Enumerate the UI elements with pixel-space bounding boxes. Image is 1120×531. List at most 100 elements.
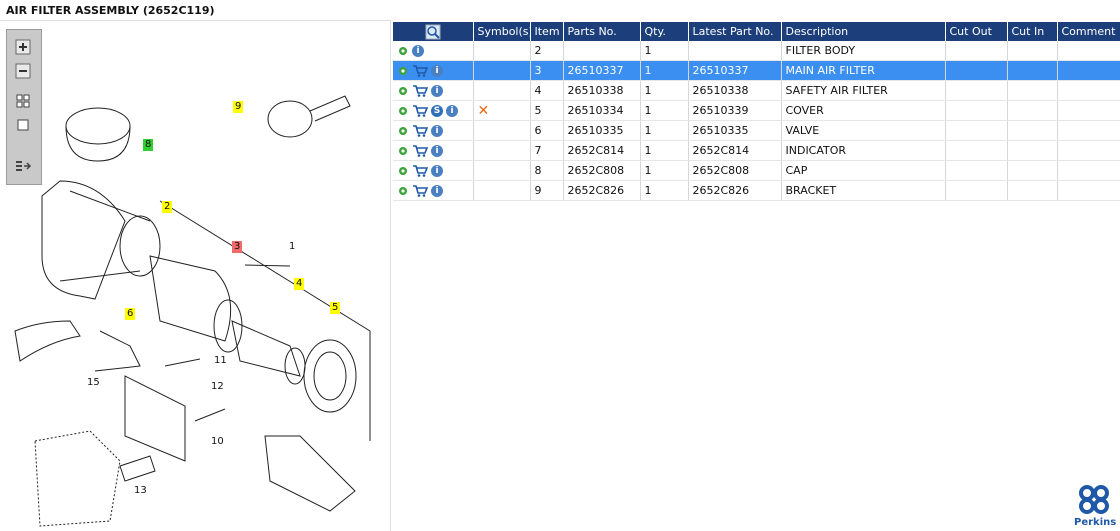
cart-icon[interactable] [412, 144, 428, 158]
cell-comment [1057, 180, 1120, 201]
gear-icon[interactable] [397, 45, 409, 57]
info-icon[interactable]: i [431, 64, 443, 77]
column-header-parts-no[interactable]: Parts No. [563, 22, 641, 41]
cart-icon[interactable] [412, 164, 428, 178]
cell-latest-part-no: 26510335 [688, 120, 782, 141]
cell-description: VALVE [781, 120, 946, 141]
table-row[interactable]: i 9 2652C826 1 2652C826 BRACKET [393, 180, 1120, 201]
column-header-cut-out[interactable]: Cut Out [945, 22, 1008, 41]
gear-icon[interactable] [397, 145, 409, 157]
callout-2[interactable]: 2 [162, 201, 173, 213]
cell-comment [1057, 120, 1120, 141]
cell-cut-in [1007, 41, 1058, 61]
row-actions: i [393, 160, 474, 181]
label-1: 1 [289, 241, 296, 252]
not-available-icon: ✕ [477, 102, 490, 119]
info-icon[interactable]: i [412, 45, 424, 57]
cart-icon[interactable] [412, 104, 428, 118]
zoom-out-button[interactable] [12, 60, 34, 82]
callout-4[interactable]: 4 [294, 278, 305, 290]
table-row[interactable]: Si ✕ 5 26510334 1 26510339 COVER [393, 100, 1120, 121]
table-row[interactable]: i 6 26510335 1 26510335 VALVE [393, 120, 1120, 141]
cell-cut-out [945, 41, 1008, 61]
info-icon[interactable]: i [431, 144, 443, 157]
table-row[interactable]: i 7 2652C814 1 2652C814 INDICATOR [393, 140, 1120, 161]
cell-item: 6 [530, 120, 564, 141]
cell-description: FILTER BODY [781, 41, 946, 61]
exploded-view-drawing [14, 95, 371, 527]
row-actions: i [393, 120, 474, 141]
info-icon[interactable]: i [431, 124, 443, 137]
cell-symbols [473, 80, 531, 101]
zoom-in-button[interactable] [12, 36, 34, 58]
cell-symbols: ✕ [473, 100, 531, 121]
fit-view-button[interactable] [12, 114, 34, 136]
cell-qty: 1 [640, 180, 689, 201]
page-title: AIR FILTER ASSEMBLY (2652C119) [6, 4, 215, 17]
cell-parts-no: 26510337 [563, 60, 641, 81]
cart-icon[interactable] [412, 84, 428, 98]
table-row[interactable]: i 2 1 FILTER BODY [393, 41, 1120, 61]
table-row[interactable]: i 8 2652C808 1 2652C808 CAP [393, 160, 1120, 181]
column-header-cut-in[interactable]: Cut In [1007, 22, 1058, 41]
row-actions: i [393, 60, 474, 81]
cell-cut-in [1007, 160, 1058, 181]
gear-icon[interactable] [397, 85, 409, 97]
column-header-symbols[interactable]: Symbol(s) [473, 22, 531, 41]
callout-9[interactable]: 9 [233, 101, 244, 113]
cell-cut-in [1007, 80, 1058, 101]
perkins-logo: Perkins [1074, 484, 1116, 528]
column-header-item[interactable]: Item [530, 22, 564, 41]
search-icon [425, 24, 441, 39]
label-13: 13 [134, 485, 147, 496]
callout-6[interactable]: 6 [125, 308, 136, 320]
info-icon[interactable]: i [431, 164, 443, 177]
supersede-icon[interactable]: S [431, 104, 443, 117]
cell-cut-out [945, 120, 1008, 141]
cell-description: MAIN AIR FILTER [781, 60, 946, 81]
table-row[interactable]: i 3 26510337 1 26510337 MAIN AIR FILTER [393, 60, 1120, 81]
cell-item: 8 [530, 160, 564, 181]
cell-item: 9 [530, 180, 564, 201]
column-header-description[interactable]: Description [781, 22, 946, 41]
cart-icon[interactable] [412, 64, 428, 78]
cart-icon[interactable] [412, 124, 428, 138]
callout-5[interactable]: 5 [330, 302, 341, 314]
cell-latest-part-no [688, 41, 782, 61]
column-header-actions[interactable] [393, 22, 474, 41]
info-icon[interactable]: i [431, 84, 443, 97]
gear-icon[interactable] [397, 125, 409, 137]
cell-symbols [473, 140, 531, 161]
cell-cut-in [1007, 60, 1058, 81]
callout-3[interactable]: 3 [232, 241, 243, 253]
gear-icon[interactable] [397, 105, 409, 117]
column-header-latest-part-no[interactable]: Latest Part No. [688, 22, 782, 41]
label-15: 15 [87, 377, 100, 388]
cell-comment [1057, 140, 1120, 161]
cell-qty: 1 [640, 100, 689, 121]
cell-cut-out [945, 60, 1008, 81]
gear-icon[interactable] [397, 185, 409, 197]
table-row[interactable]: i 4 26510338 1 26510338 SAFETY AIR FILTER [393, 80, 1120, 101]
parts-diagram[interactable]: 9 8 2 3 4 5 6 1 11 12 10 13 15 [0, 20, 391, 531]
info-icon[interactable]: i [446, 104, 458, 117]
row-actions: i [393, 140, 474, 161]
row-actions: i [393, 80, 474, 101]
cell-cut-in [1007, 120, 1058, 141]
cart-icon[interactable] [412, 184, 428, 198]
gear-icon[interactable] [397, 65, 409, 77]
info-icon[interactable]: i [431, 184, 443, 197]
cell-parts-no [563, 41, 641, 61]
cell-latest-part-no: 26510337 [688, 60, 782, 81]
thumbnails-button[interactable] [12, 90, 34, 112]
gear-icon[interactable] [397, 165, 409, 177]
label-11: 11 [214, 355, 227, 366]
expand-panel-button[interactable] [12, 156, 34, 178]
cell-qty: 1 [640, 120, 689, 141]
cell-qty: 1 [640, 140, 689, 161]
cell-item: 3 [530, 60, 564, 81]
column-header-qty[interactable]: Qty. [640, 22, 689, 41]
label-10: 10 [211, 436, 224, 447]
column-header-comment[interactable]: Comment [1057, 22, 1120, 41]
callout-8[interactable]: 8 [143, 139, 154, 151]
